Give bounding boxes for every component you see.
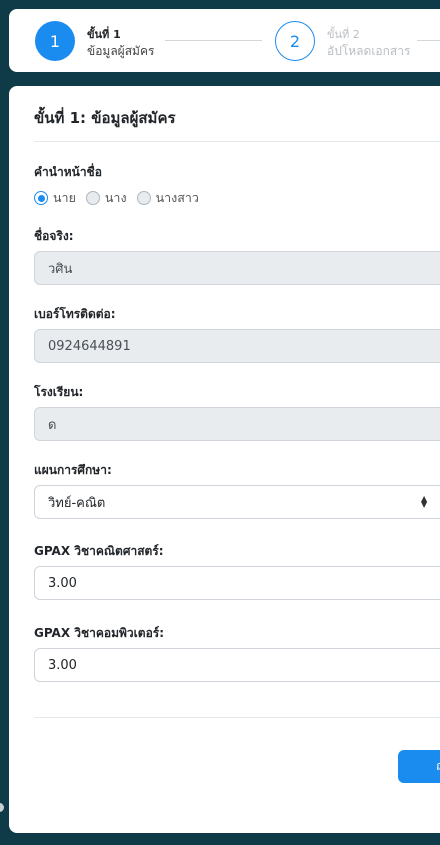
- phone-field[interactable]: 0924644891: [34, 329, 440, 363]
- radio-unchecked-icon[interactable]: [136, 191, 151, 205]
- study-plan-select[interactable]: วิทย์-คณิต: [34, 485, 440, 519]
- gpax-math-input[interactable]: 3.00: [34, 566, 440, 600]
- next-button[interactable]: ถ: [398, 750, 440, 783]
- radio-checked-icon[interactable]: [34, 191, 48, 205]
- divider: [34, 717, 440, 718]
- first-name-field[interactable]: วศิน: [34, 251, 440, 285]
- step-2-circle[interactable]: 2: [275, 21, 315, 61]
- prefix-option-label: นาย: [53, 190, 76, 205]
- prefix-radio-group: นาย นาง นางสาว: [34, 188, 209, 208]
- step-1-title: ขั้นที่ 1: [87, 28, 121, 41]
- step-connector: [417, 40, 440, 41]
- prefix-option-label: นาง: [104, 190, 127, 205]
- school-field[interactable]: ด: [34, 407, 440, 441]
- form-title: ขั้นที่ 1: ข้อมูลผู้สมัคร: [34, 109, 176, 127]
- step-connector: [165, 40, 262, 41]
- gpax-computer-label: GPAX วิชาคอมพิวเตอร์:: [34, 626, 165, 640]
- first-name-label: ชื่อจริง:: [34, 229, 74, 243]
- prefix-label: คำนำหน้าชื่อ: [34, 165, 102, 179]
- prefix-radio-mr[interactable]: นาย: [34, 188, 76, 208]
- step-2-subtitle: อัปโหลดเอกสาร: [327, 44, 411, 58]
- step-1-subtitle: ข้อมูลผู้สมัคร: [87, 44, 155, 58]
- stepper: 1 ขั้นที่ 1 ข้อมูลผู้สมัคร 2 ขั้นที่ 2 อ…: [9, 9, 440, 72]
- study-plan-label: แผนการศึกษา:: [34, 463, 112, 477]
- phone-label: เบอร์โทรติดต่อ:: [34, 307, 116, 321]
- school-label: โรงเรียน:: [34, 385, 84, 399]
- prefix-radio-mrs[interactable]: นาง: [85, 188, 127, 208]
- select-caret-icon: ▲ ▼: [421, 494, 428, 509]
- gpax-math-label: GPAX วิชาคณิตศาสตร์:: [34, 544, 164, 558]
- prefix-radio-miss[interactable]: นางสาว: [136, 188, 199, 208]
- step-1-circle[interactable]: 1: [35, 21, 75, 61]
- radio-unchecked-icon[interactable]: [85, 191, 100, 205]
- prefix-option-label: นางสาว: [155, 190, 199, 205]
- step-2-title: ขั้นที่ 2: [327, 28, 360, 41]
- divider: [34, 141, 440, 142]
- edge-handle-icon: [0, 803, 4, 812]
- applicant-form-card: ขั้นที่ 1: ข้อมูลผู้สมัคร คำนำหน้าชื่อ น…: [9, 86, 440, 833]
- gpax-computer-input[interactable]: 3.00: [34, 648, 440, 682]
